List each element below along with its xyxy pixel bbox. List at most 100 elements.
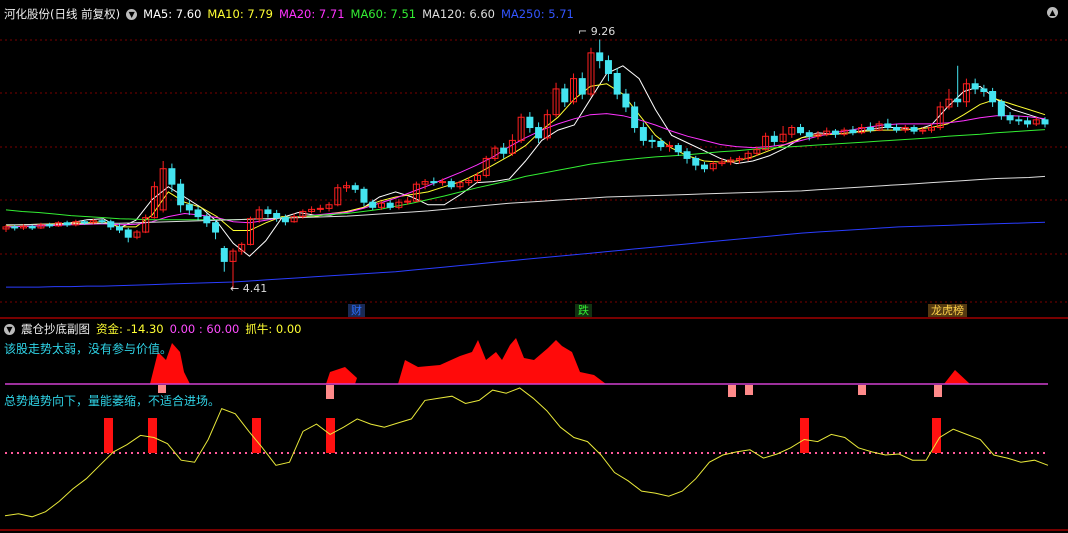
ma-line-ma10 <box>5 83 1046 231</box>
ma-label-0: MA5: 7.60 <box>143 7 202 21</box>
signal-bar <box>104 418 113 453</box>
candle-body <box>596 52 604 62</box>
candle-body <box>203 216 211 224</box>
candle-body <box>124 229 132 238</box>
low-price-label: ← 4.41 <box>230 282 268 295</box>
candle-body <box>369 201 377 208</box>
signal-bar <box>148 418 157 453</box>
candle-body <box>535 127 543 139</box>
stock-title: 河化股份(日线 前复权) <box>4 7 121 21</box>
indicator-header: ▼ 震仓抄底副图 资金: -14.30 0.00 : 60.00 抓牛: 0.00 <box>4 322 307 336</box>
candle-body <box>893 127 901 131</box>
candle-body <box>351 185 359 190</box>
fund-area <box>326 367 357 384</box>
candlesticks[interactable] <box>2 39 1049 290</box>
pink-bar <box>326 385 334 399</box>
candle-body <box>500 147 508 154</box>
event-marker-1[interactable]: 跌 <box>575 304 592 317</box>
candle-body <box>220 248 228 262</box>
candle-body <box>674 145 682 153</box>
candle-body <box>700 164 708 170</box>
candle-body <box>849 129 857 134</box>
candle-body <box>989 91 997 103</box>
candle-body <box>692 157 700 166</box>
candle-body <box>805 132 813 137</box>
signal-bar <box>252 418 261 453</box>
stock-chart <box>0 39 1068 531</box>
event-marker-0[interactable]: 财 <box>348 304 365 317</box>
candle-body <box>281 217 289 223</box>
ma-label-2: MA20: 7.71 <box>278 7 345 21</box>
candle-body <box>63 222 71 226</box>
ma-label-4: MA120: 6.60 <box>422 7 495 21</box>
candle-body <box>1006 115 1014 121</box>
candle-body <box>212 222 220 233</box>
candle-body <box>866 127 874 131</box>
candle-body <box>631 106 639 129</box>
candle-body <box>1024 120 1032 125</box>
candle-body <box>107 221 115 228</box>
chevron-down-icon[interactable]: ▼ <box>126 9 138 20</box>
chevron-up-icon[interactable]: ▲ <box>1047 7 1058 18</box>
pink-bar <box>745 385 753 395</box>
candle-body <box>648 139 656 142</box>
signal-bar <box>326 418 335 453</box>
ma-label-3: MA60: 7.51 <box>350 7 417 21</box>
candle-body <box>273 213 281 219</box>
candle-body <box>386 202 394 208</box>
candle-body <box>168 168 176 185</box>
fund-label: 资金: -14.30 <box>96 322 164 336</box>
fund-area <box>944 370 970 384</box>
candle-body <box>831 130 839 135</box>
candle-body <box>28 225 36 229</box>
candle-body <box>604 60 612 74</box>
candle-body <box>770 135 778 142</box>
candle-body <box>971 83 979 90</box>
event-marker-2[interactable]: 龙虎榜 <box>928 304 967 317</box>
chart-header: 河化股份(日线 前复权) ▼ MA5: 7.60 MA10: 7.79 MA20: 7.… <box>4 7 586 21</box>
candle-body <box>194 209 202 218</box>
candle-body <box>185 204 193 211</box>
indicator-panel-plot <box>4 338 1049 518</box>
fund-area <box>398 338 606 384</box>
candle-body <box>613 72 621 95</box>
ma-label-5: MA250: 5.71 <box>500 7 574 21</box>
grab-label: 抓牛: 0.00 <box>245 322 302 336</box>
candle-body <box>116 226 124 231</box>
candle-body <box>683 151 691 159</box>
candle-body <box>622 93 630 108</box>
candle-body <box>526 116 534 129</box>
pink-bar <box>728 385 736 397</box>
ma-line-ma250 <box>6 221 1046 288</box>
pink-bar <box>934 385 942 397</box>
high-price-label: ⌐ 9.26 <box>578 25 616 38</box>
candle-body <box>639 127 647 141</box>
candle-body <box>910 127 918 132</box>
indicator-title: 震仓抄底副图 <box>21 322 90 336</box>
candle-body <box>980 88 988 93</box>
candle-body <box>997 101 1005 117</box>
ma-label-1: MA10: 7.79 <box>207 7 273 21</box>
indicator-note-trend: 总势趋势向下，量能萎缩，不适合进场。 <box>4 394 221 408</box>
indicator-note-weak: 该股走势太弱，没有参与价值。 <box>4 342 173 356</box>
high-price-value: 9.26 <box>590 25 616 38</box>
candle-body <box>578 78 586 95</box>
candle-body <box>177 183 185 206</box>
candle-body <box>360 188 368 203</box>
candle-body <box>657 140 665 148</box>
candle-body <box>46 224 54 227</box>
chevron-down-icon[interactable]: ▼ <box>4 324 15 335</box>
signal-bar <box>800 418 809 453</box>
candle-body <box>11 226 19 229</box>
candle-body <box>884 123 892 129</box>
candle-body <box>81 221 89 224</box>
candle-body <box>561 88 569 103</box>
candle-body <box>954 98 962 103</box>
indicator-values: 0.00 : 60.00 <box>169 322 240 336</box>
candle-body <box>264 209 272 215</box>
candle-body <box>1041 119 1049 125</box>
candle-body <box>797 127 805 134</box>
candle-body <box>447 181 455 188</box>
grid-lines <box>0 39 1068 531</box>
candle-body <box>1015 119 1023 122</box>
